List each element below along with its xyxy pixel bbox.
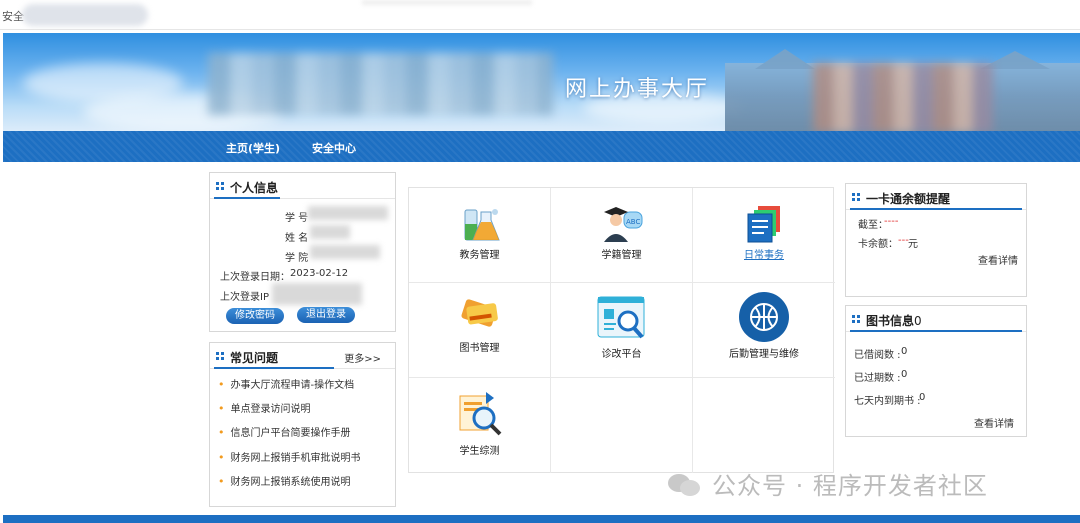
panel-title-suffix: 0 (914, 314, 922, 328)
change-password-button[interactable]: 修改密码 (226, 308, 284, 324)
borrowed-label: 已借阅数 : (854, 350, 901, 361)
balance-unit: 元 (908, 239, 918, 250)
app-label: 学籍管理 (601, 250, 642, 261)
app-label: 日常事务 (744, 250, 784, 261)
title-underline (214, 197, 280, 199)
faq-item[interactable]: 办事大厅流程申请-操作文档 (218, 376, 355, 391)
redacted-student-id (308, 206, 388, 220)
app-diagnosis-platform[interactable]: 诊改平台 (551, 283, 693, 378)
faq-item[interactable]: 信息门户平台简要操作手册 (218, 424, 351, 439)
panel-title: 图书信息0 (866, 314, 922, 328)
graduate-student-icon: ABC (603, 207, 642, 242)
app-academic-affairs[interactable]: 教务管理 (409, 188, 551, 283)
faq-item[interactable]: 单点登录访问说明 (218, 400, 311, 415)
college-label: 学 院 (285, 253, 309, 264)
redacted-ip (272, 283, 362, 305)
due-soon-count: 0 (919, 392, 926, 403)
due-soon-label: 七天内到期书 : (854, 396, 921, 407)
footer-bar (3, 515, 1080, 523)
app-label: 后勤管理与维修 (729, 349, 799, 360)
student-id-label: 学 号 (285, 213, 309, 224)
name-label: 姓 名 (285, 233, 309, 244)
search-document-icon (459, 392, 501, 436)
last-login-date-label: 上次登录日期： (220, 272, 290, 283)
last-login-date: 2023-02-12 (290, 268, 349, 279)
faq-panel: 常见问题 更多>> 办事大厅流程申请-操作文档 单点登录访问说明 信息门户平台简… (209, 342, 396, 507)
blurred-logo (208, 53, 553, 115)
title-underline (850, 208, 1022, 210)
documents-stack-icon (747, 206, 780, 243)
watermark: 公众号 · 程序开发者社区 (668, 466, 988, 501)
magnifier-report-icon (597, 296, 644, 339)
library-info-panel: 图书信息0 已借阅数 : 0 已过期数 : 0 七天内到期书 : 0 查看详情 (845, 305, 1027, 437)
faq-item[interactable]: 财务网上报销系统使用说明 (218, 473, 351, 488)
app-empty-slot (551, 378, 693, 473)
panel-title: 常见问题 (230, 351, 279, 365)
panel-header: 一卡通余额提醒 (846, 184, 1026, 210)
app-student-status[interactable]: ABC 学籍管理 (551, 188, 693, 283)
faq-more-link[interactable]: 更多>> (344, 350, 381, 365)
security-label: 安全 (2, 10, 24, 23)
personal-info-panel: 个人信息 学 号 姓 名 学 院 上次登录日期： 2023-02-12 上次登录… (209, 172, 396, 332)
title-underline (214, 367, 334, 369)
panel-header: 图书信息0 (846, 306, 1026, 332)
app-student-evaluation[interactable]: 学生综测 (409, 378, 551, 473)
svg-text:ABC: ABC (626, 218, 640, 226)
wechat-icon (668, 472, 704, 498)
card-balance-panel: 一卡通余额提醒 截至： ---- 卡余额： --- 元 查看详情 (845, 183, 1027, 297)
blurred-campus-image (813, 63, 993, 131)
card-details-link[interactable]: 查看详情 (978, 252, 1018, 267)
app-label: 学生综测 (459, 446, 500, 457)
borrowed-count: 0 (901, 346, 908, 357)
last-login-ip-label: 上次登录IP (220, 292, 269, 303)
overdue-count: 0 (901, 369, 908, 380)
library-card-icon (460, 299, 498, 327)
app-label: 教务管理 (459, 250, 500, 261)
app-label: 诊改平台 (601, 349, 642, 360)
app-daily-affairs[interactable]: 日常事务 (693, 188, 835, 283)
title-underline (850, 330, 1022, 332)
grid-bullet-icon (852, 193, 860, 201)
balance-label: 卡余额： (858, 239, 898, 250)
overdue-label: 已过期数 : (854, 373, 901, 384)
faq-item[interactable]: 财务网上报销手机审批说明书 (218, 449, 361, 464)
browser-address-bar: 安全 (0, 0, 1080, 30)
redacted-name (310, 225, 350, 239)
header-banner: 网上办事大厅 (3, 33, 1080, 131)
nav-item-home[interactable]: 主页(学生) (226, 140, 280, 156)
main-nav: 主页(学生) 安全中心 (3, 131, 1080, 162)
app-grid: 教务管理 ABC 学籍管理 日常事务 图书管理 诊改平台 后勤管理与维修 学生综… (408, 187, 835, 473)
site-title: 网上办事大厅 (565, 77, 710, 102)
watermark-text: 公众号 · 程序开发者社区 (712, 472, 988, 500)
logout-button[interactable]: 退出登录 (297, 307, 355, 323)
chemistry-flask-icon (464, 209, 500, 241)
grid-bullet-icon (216, 182, 224, 190)
grid-bullet-icon (216, 352, 224, 360)
panel-title: 一卡通余额提醒 (866, 192, 951, 206)
library-details-link[interactable]: 查看详情 (974, 415, 1014, 430)
blurred-url (22, 4, 148, 26)
panel-title: 个人信息 (230, 181, 279, 195)
app-empty-slot (693, 378, 835, 473)
blurred-tab (362, 0, 532, 5)
grid-bullet-icon (852, 315, 860, 323)
panel-header: 个人信息 (210, 173, 395, 199)
app-library-management[interactable]: 图书管理 (409, 283, 551, 378)
basketball-circle-icon (739, 292, 789, 342)
panel-header: 常见问题 更多>> (210, 343, 395, 369)
app-label: 图书管理 (459, 343, 500, 354)
nav-item-security-center[interactable]: 安全中心 (312, 140, 356, 156)
app-logistics-maintenance[interactable]: 后勤管理与维修 (693, 283, 835, 378)
redacted-college (310, 245, 380, 259)
as-of-value: ---- (884, 216, 899, 227)
